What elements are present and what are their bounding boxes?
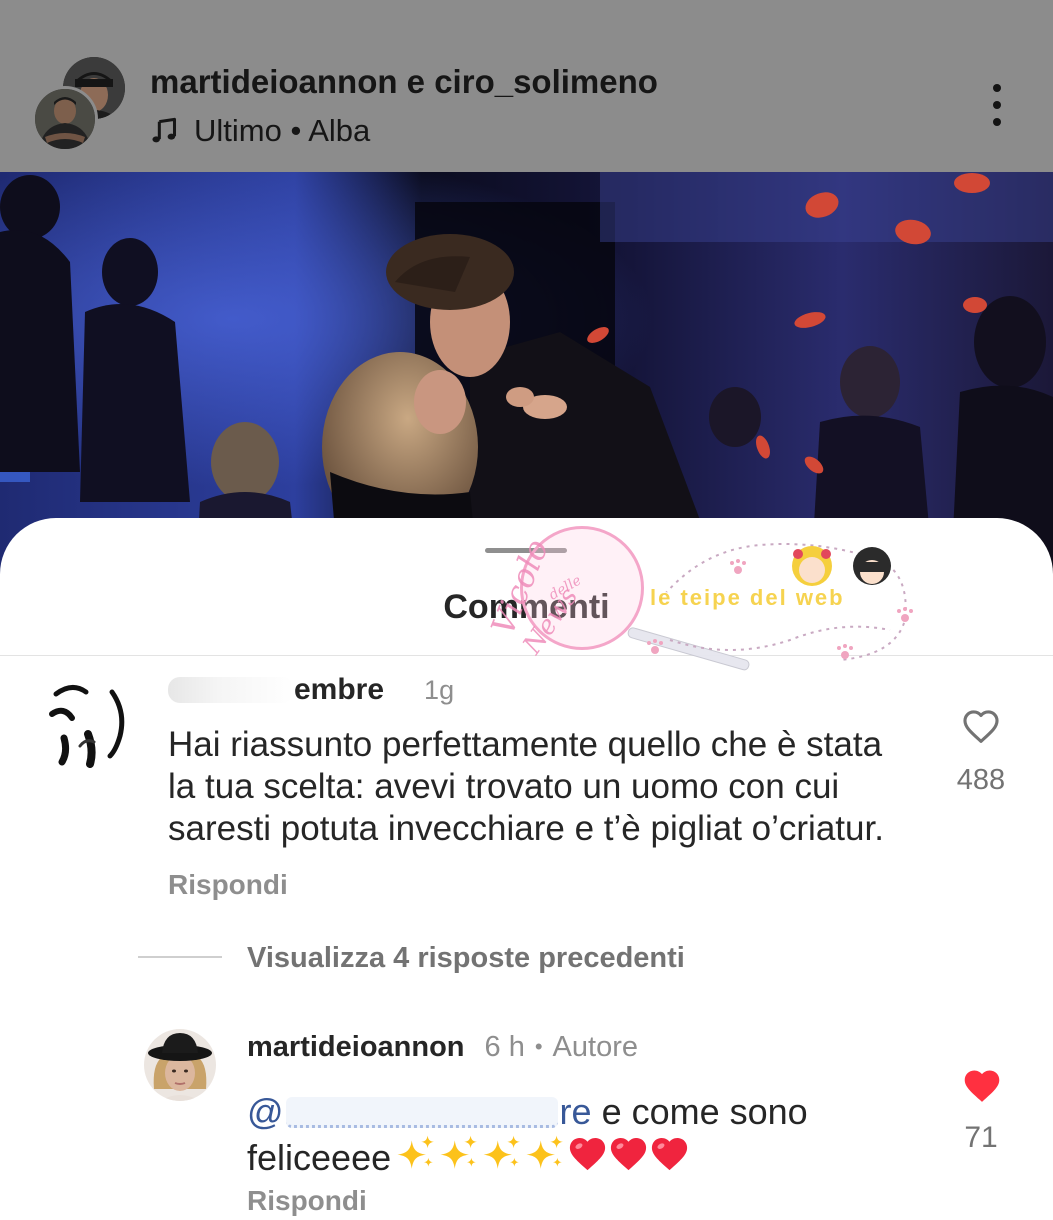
comment-like-count: 488 bbox=[956, 764, 1006, 796]
redacted-username bbox=[168, 677, 294, 703]
redacted-mention bbox=[285, 1096, 558, 1128]
reply-text-line: @ re e come sono bbox=[247, 1091, 808, 1133]
reply-button[interactable]: Rispondi bbox=[247, 1182, 367, 1220]
comment-text-line: Hai riassunto perfettamente quello che è… bbox=[168, 725, 883, 764]
reply-text: e come sono bbox=[601, 1091, 808, 1132]
reply-time: 6 h bbox=[484, 1031, 525, 1063]
audio-attribution[interactable]: Ultimo • Alba bbox=[150, 112, 370, 150]
comment-time: 1g bbox=[424, 675, 455, 705]
watermark-banner-logo: le teipe del web bbox=[650, 585, 845, 610]
reply-text: feliceeee bbox=[247, 1136, 392, 1178]
red-heart-emoji-icon bbox=[649, 1134, 690, 1181]
comment-username[interactable]: embre bbox=[294, 670, 384, 710]
reply-text-line: feliceeee bbox=[247, 1134, 690, 1181]
reply-username[interactable]: martideioannon bbox=[247, 1028, 465, 1066]
commenter-avatar-redacted[interactable] bbox=[42, 676, 134, 768]
comment-header: embre 1g bbox=[168, 670, 454, 710]
comment-text: Hai riassunto perfettamente quello che è… bbox=[168, 724, 884, 850]
author-avatar[interactable] bbox=[32, 86, 98, 152]
music-note-icon bbox=[150, 117, 178, 145]
emoji-row bbox=[395, 1134, 690, 1181]
reply-author-avatar[interactable] bbox=[144, 1029, 216, 1101]
comment-text-line: saresti potuta invecchiare e t’è pigliat… bbox=[168, 809, 884, 848]
mention-at[interactable]: @ bbox=[247, 1091, 284, 1133]
replies-divider-line bbox=[138, 956, 222, 958]
heart-outline-icon[interactable] bbox=[961, 707, 1001, 745]
heart-filled-icon[interactable] bbox=[961, 1066, 1003, 1104]
view-previous-replies-button[interactable]: Visualizza 4 risposte precedenti bbox=[247, 940, 685, 976]
mention-tail[interactable]: re bbox=[560, 1091, 592, 1133]
sparkles-emoji-icon bbox=[481, 1134, 524, 1181]
red-heart-emoji-icon bbox=[567, 1134, 608, 1181]
reply-header: martideioannon 6 h • Autore bbox=[247, 1028, 638, 1066]
reply-like-count: 71 bbox=[964, 1121, 998, 1154]
sparkles-emoji-icon bbox=[438, 1134, 481, 1181]
audio-label: Ultimo • Alba bbox=[194, 113, 371, 148]
reply-separator: • bbox=[534, 1034, 543, 1059]
red-heart-emoji-icon bbox=[608, 1134, 649, 1181]
more-vertical-icon[interactable] bbox=[985, 82, 1009, 128]
sparkles-emoji-icon bbox=[524, 1134, 567, 1181]
author-badge: Autore bbox=[552, 1031, 638, 1063]
post-authors[interactable]: martideioannon e ciro_solimeno bbox=[150, 62, 658, 102]
reply-button[interactable]: Rispondi bbox=[168, 866, 288, 904]
sparkles-emoji-icon bbox=[395, 1134, 438, 1181]
comment-text-line: la tua scelta: avevi trovato un uomo con… bbox=[168, 767, 840, 806]
cartoon-heads bbox=[792, 546, 891, 586]
